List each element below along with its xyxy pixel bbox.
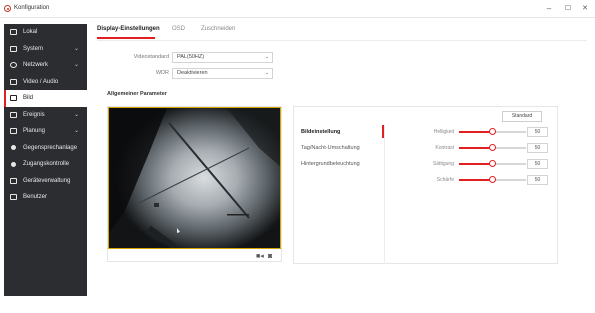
slider-value-sharpness[interactable]: 50 (527, 175, 548, 185)
sidebar-item-video-audio[interactable]: Video / Audio (4, 74, 87, 91)
slider-contrast[interactable] (459, 144, 526, 151)
slider-saturation[interactable] (459, 160, 526, 167)
sidebar-item-planung[interactable]: Planung ⌄ (4, 123, 87, 140)
slider-thumb[interactable] (489, 128, 496, 135)
video-preview-panel: ■◂ ◙ (107, 106, 282, 262)
sidebar-item-label: Netzwerk (23, 62, 49, 68)
sidebar-item-ereignis[interactable]: Ereignis ⌄ (4, 107, 87, 124)
sidebar-item-label: Benutzer (23, 194, 48, 200)
sidebar-item-label: Ereignis (23, 111, 45, 118)
sidebar-item-label: Zugangskontrolle (23, 161, 70, 167)
slider-thumb[interactable] (489, 144, 496, 151)
sidebar-item-label: Video / Audio (23, 78, 59, 85)
slider-thumb[interactable] (489, 176, 496, 183)
tab-osd[interactable]: OSD (172, 26, 185, 32)
slider-thumb[interactable] (489, 160, 496, 167)
chevron-down-icon: ⌄ (73, 111, 79, 118)
sidebar-item-label: Gegensprechanlage (23, 144, 78, 151)
slider-brightness[interactable] (459, 128, 526, 135)
image-icon (10, 95, 17, 101)
tab-divider (97, 40, 587, 41)
slider-fill (459, 179, 493, 181)
sidebar-item-benutzer[interactable]: Benutzer (4, 189, 87, 206)
slider-label-brightness: Helligkeit (433, 129, 454, 135)
wdr-label: WDR (155, 70, 169, 76)
wdr-value: Deaktivieren (177, 70, 208, 76)
slider-label-saturation: Sättigung (432, 161, 454, 167)
system-icon (10, 45, 17, 52)
wdr-select[interactable]: Deaktivieren ⌄ (172, 68, 273, 79)
image-settings-panel: Standard Bildeinstellung Tag/Nacht-Umsch… (293, 106, 558, 264)
slider-label-contrast: Kontrast (435, 145, 454, 151)
device-icon (10, 177, 17, 184)
chevron-down-icon: ⌄ (73, 45, 79, 52)
chevron-down-icon: ⌄ (264, 70, 269, 76)
slider-value-contrast[interactable]: 50 (527, 143, 548, 153)
standard-button[interactable]: Standard (502, 111, 542, 122)
menu-item-bildeinstellung[interactable]: Bildeinstellung (301, 129, 340, 135)
sidebar-item-label: Planung (23, 128, 46, 134)
videostandard-label: Videostandard (133, 54, 169, 60)
sidebar-item-geraeteverwaltung[interactable]: Geräteverwaltung (4, 173, 87, 190)
chevron-down-icon: ⌄ (264, 54, 269, 60)
active-tab-indicator (97, 37, 155, 39)
videostandard-select[interactable]: PAL(50HZ) ⌄ (172, 52, 273, 63)
network-icon (10, 62, 17, 68)
live-video-preview[interactable] (108, 107, 281, 249)
video-frame-image (109, 108, 280, 248)
menu-item-tag-nacht[interactable]: Tag/Nacht-Umschaltung (301, 145, 360, 151)
monitor-icon (10, 29, 17, 35)
sidebar: Lokal System ⌄ Netzwerk ⌄ Video / Audio … (4, 24, 87, 296)
sidebar-item-label: Lokal (23, 29, 38, 35)
slider-sharpness[interactable] (459, 176, 526, 183)
minimize-button[interactable]: – (541, 2, 557, 16)
record-icon[interactable]: ■◂ (256, 253, 264, 260)
tab-zuschneiden[interactable]: Zuschneiden (201, 26, 235, 32)
app-icon (4, 5, 11, 12)
close-button[interactable]: ✕ (577, 2, 593, 16)
window-titlebar: Konfiguration – ☐ ✕ (0, 0, 595, 18)
event-icon (10, 111, 17, 118)
menu-active-indicator (382, 125, 384, 138)
settings-menu-divider (384, 125, 385, 264)
user-icon (10, 194, 17, 200)
slider-fill (459, 163, 493, 165)
sidebar-item-lokal[interactable]: Lokal (4, 24, 87, 41)
slider-fill (459, 147, 493, 149)
sidebar-item-netzwerk[interactable]: Netzwerk ⌄ (4, 57, 87, 74)
section-title: Allgemeiner Parameter (107, 91, 167, 97)
sidebar-item-gegensprechanlage[interactable]: Gegensprechanlage (4, 140, 87, 157)
slider-value-saturation[interactable]: 50 (527, 159, 548, 169)
chevron-down-icon: ⌄ (73, 128, 79, 134)
lock-icon (11, 161, 16, 167)
sidebar-item-system[interactable]: System ⌄ (4, 41, 87, 58)
sidebar-item-bild[interactable]: Bild (4, 90, 87, 107)
sidebar-item-label: Geräteverwaltung (23, 177, 71, 184)
camera-icon[interactable]: ◙ (268, 253, 272, 260)
maximize-button[interactable]: ☐ (560, 2, 576, 16)
slider-fill (459, 131, 493, 133)
video-toolbar: ■◂ ◙ (108, 250, 281, 262)
window-title: Konfiguration (14, 5, 50, 11)
tab-display-einstellungen[interactable]: Display-Einstellungen (97, 26, 160, 32)
calendar-icon (10, 128, 17, 134)
video-icon (10, 78, 17, 85)
menu-item-hintergrundbeleuchtung[interactable]: Hintergrundbeleuchtung (301, 161, 360, 167)
slider-value-brightness[interactable]: 50 (527, 127, 548, 137)
slider-label-sharpness: Schärfe (436, 177, 454, 183)
chevron-down-icon: ⌄ (73, 62, 79, 68)
videostandard-value: PAL(50HZ) (177, 54, 205, 60)
sidebar-item-zugangskontrolle[interactable]: Zugangskontrolle (4, 156, 87, 173)
intercom-icon (11, 145, 16, 150)
sidebar-item-label: Bild (23, 95, 34, 101)
sidebar-item-label: System (23, 45, 44, 52)
